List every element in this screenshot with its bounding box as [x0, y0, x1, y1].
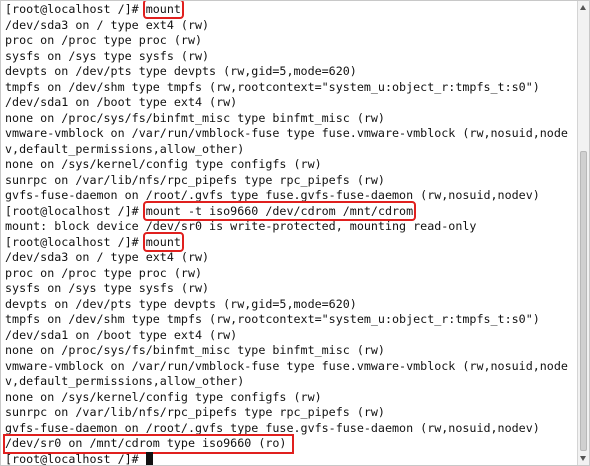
output-line: none on /sys/kernel/config type configfs…	[5, 389, 322, 404]
output-line: vmware-vmblock on /var/run/vmblock-fuse …	[5, 126, 568, 140]
output-line: /dev/sda3 on / type ext4 (rw)	[5, 250, 210, 264]
terminal-window: [root@localhost /]# mount/dev/sda3 on / …	[0, 0, 590, 466]
output-line: sysfs on /sys type sysfs (rw)	[5, 48, 210, 63]
output-line: devpts on /dev/pts type devpts (rw,gid=5…	[5, 64, 357, 78]
output-line-highlighted: /dev/sr0 on /mnt/cdrom type iso9660 (ro)	[2, 434, 577, 454]
output-line: none on /proc/sys/fs/binfmt_misc type bi…	[5, 110, 385, 125]
scroll-down-arrow-icon[interactable]	[580, 456, 586, 461]
shell-prompt: [root@localhost /]#	[5, 2, 146, 16]
highlighted-mount-entry: /dev/sr0 on /mnt/cdrom type iso9660 (ro)	[2, 434, 295, 454]
output-line: devpts on /dev/pts type devpts (rw,gid=5…	[5, 296, 357, 311]
text-cursor[interactable]	[145, 451, 153, 465]
output-line: mount: block device /dev/sr0 is write-pr…	[5, 219, 477, 233]
output-line: sysfs on /sys type sysfs (rw)	[5, 281, 210, 295]
output-line: proc on /proc type proc (rw)	[5, 265, 203, 280]
output-line: sunrpc on /var/lib/nfs/rpc_pipefs type r…	[5, 405, 385, 419]
command-line: [root@localhost /]# mount	[5, 1, 577, 19]
output-line: /dev/sda1 on /boot type ext4 (rw)	[5, 95, 238, 109]
output-line: tmpfs on /dev/shm type tmpfs (rw,rootcon…	[5, 79, 540, 94]
active-prompt-line: [root@localhost /]#	[5, 451, 577, 466]
output-line: v,default_permissions,allow_other)	[5, 374, 245, 388]
output-line: proc on /proc type proc (rw)	[5, 33, 203, 47]
shell-prompt: [root@localhost /]#	[5, 234, 146, 249]
highlighted-command: mount	[142, 1, 184, 19]
command-line: [root@localhost /]# mount -t iso9660 /de…	[5, 200, 577, 221]
output-line: /dev/sda3 on / type ext4 (rw)	[5, 17, 210, 32]
output-line: tmpfs on /dev/shm type tmpfs (rw,rootcon…	[5, 312, 540, 326]
output-line: gvfs-fuse-daemon on /root/.gvfs type fus…	[5, 188, 540, 202]
highlighted-command: mount -t iso9660 /dev/cdrom /mnt/cdrom	[142, 200, 417, 221]
output-line: none on /proc/sys/fs/binfmt_misc type bi…	[5, 343, 385, 357]
output-line: none on /sys/kernel/config type configfs…	[5, 157, 322, 171]
vertical-scrollbar[interactable]	[577, 1, 589, 465]
output-line: gvfs-fuse-daemon on /root/.gvfs type fus…	[5, 420, 540, 435]
command-line: [root@localhost /]# mount	[5, 231, 577, 252]
scroll-up-arrow-icon[interactable]	[580, 5, 586, 10]
output-line: vmware-vmblock on /var/run/vmblock-fuse …	[5, 358, 568, 373]
highlighted-command: mount	[142, 231, 184, 252]
terminal-output[interactable]: [root@localhost /]# mount/dev/sda3 on / …	[1, 1, 577, 465]
scroll-thumb[interactable]	[580, 151, 587, 451]
shell-prompt: [root@localhost /]#	[5, 203, 146, 218]
shell-prompt: [root@localhost /]#	[5, 451, 146, 466]
output-line: /dev/sda1 on /boot type ext4 (rw)	[5, 327, 238, 342]
output-line: v,default_permissions,allow_other)	[5, 141, 245, 156]
output-line: sunrpc on /var/lib/nfs/rpc_pipefs type r…	[5, 172, 385, 187]
